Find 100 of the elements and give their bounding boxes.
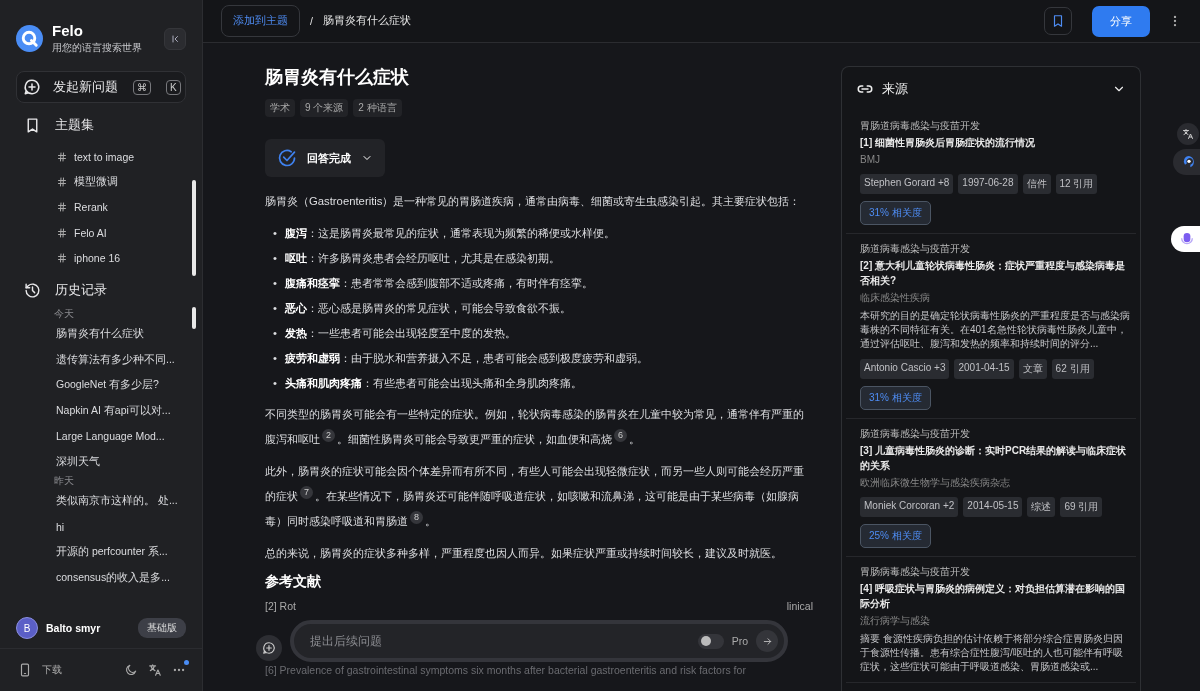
history-item[interactable]: hi: [56, 520, 65, 533]
arrow-right-icon: [761, 635, 773, 647]
bullet-marker: •: [273, 351, 277, 366]
plan-badge: 基础版: [138, 618, 186, 638]
download-link[interactable]: 下载: [42, 663, 114, 677]
history-item[interactable]: consensus的收入是多...: [56, 570, 170, 585]
meta-tag: 学术: [265, 99, 295, 117]
source-abstract: 摘要 食源性疾病负担的估计依赖于将部分综合症胃肠炎归因于食源性传播。患有综合症性腹泻/呕吐的人也可能伴有呼吸症状，这些症状可能由于呼吸道感染、胃肠道感染或...: [860, 632, 1124, 674]
topic-item[interactable]: Felo AI: [56, 219, 107, 246]
source-tag: 2014-05-15: [963, 497, 1023, 517]
breadcrumb-separator: /: [310, 15, 313, 27]
topic-item[interactable]: Rerank: [56, 194, 108, 220]
source-category: 肠道病毒感染与疫苗开发: [860, 427, 971, 440]
source-category: 胃肠道病毒感染与疫苗开发: [860, 119, 981, 132]
follow-up-field[interactable]: 提出后续问题 Pro: [290, 620, 788, 662]
history-group-label: 昨天: [54, 474, 74, 489]
microphone-icon: [1179, 231, 1195, 247]
bookmark-button[interactable]: [1044, 7, 1072, 35]
voice-button[interactable]: [1171, 226, 1200, 252]
citation-link[interactable]: 6: [614, 429, 627, 443]
scrollbar[interactable]: [192, 180, 196, 276]
section-title: 历史记录: [55, 282, 107, 300]
source-tag: 2001-04-15: [954, 359, 1014, 379]
source-title[interactable]: [1] 细菌性胃肠炎后胃肠症状的流行情况: [860, 135, 1130, 150]
hash-icon: [56, 251, 68, 264]
symptom-item: 腹痛和痉挛：患者常常会感到腹部不适或疼痛，有时伴有痉挛。: [284, 276, 593, 291]
new-question-label: 发起新问题: [53, 78, 118, 96]
pro-label: Pro: [731, 635, 748, 647]
collapse-sidebar-button[interactable]: [164, 27, 186, 50]
user-name: Balto smyr: [46, 622, 102, 634]
topic-item[interactable]: iphone 16: [56, 245, 121, 271]
shortcut-key: ⌘: [133, 79, 151, 95]
source-tag: Antonio Cascio +3: [860, 359, 950, 379]
bullet-marker: •: [273, 376, 277, 391]
source-title[interactable]: [2] 意大利儿童轮状病毒性肠炎：症状严重程度与感染病毒是否相关?: [860, 258, 1130, 288]
history-item[interactable]: 深圳天气: [56, 454, 100, 469]
logo-icon: [16, 25, 43, 52]
references-heading: 参考文献: [265, 573, 322, 591]
scrollbar[interactable]: [192, 307, 196, 330]
add-to-topic-button[interactable]: 添加到主题: [221, 5, 300, 37]
sources-title: 来源: [882, 80, 909, 98]
bookmark-icon: [1051, 14, 1065, 28]
translate-button[interactable]: [1177, 123, 1199, 145]
source-tag: 69 引用: [1060, 497, 1103, 517]
source-tag: 1997-06-28: [958, 174, 1018, 194]
relevance-badge: 31% 相关度: [860, 201, 931, 225]
history-item[interactable]: 肠胃炎有什么症状: [56, 327, 144, 342]
history-icon: [24, 282, 41, 300]
source-journal: 欧洲临床微生物学与感染疾病杂志: [860, 476, 1011, 489]
source-title[interactable]: [3] 儿童病毒性肠炎的诊断：实时PCR结果的解读与临床症状的关系: [860, 443, 1130, 473]
topic-item[interactable]: text to image: [56, 144, 135, 170]
source-tag: 62 引用: [1051, 359, 1094, 379]
history-group-label: 今天: [54, 307, 74, 322]
swirl-icon: [1181, 154, 1197, 170]
history-item[interactable]: 遗传算法有多少种不同...: [56, 352, 175, 367]
translate-icon: [148, 663, 162, 677]
history-item[interactable]: Large Language Mod...: [56, 430, 165, 443]
hash-icon: [56, 226, 68, 239]
user-avatar[interactable]: B: [16, 617, 38, 639]
citation-link[interactable]: 8: [410, 511, 423, 525]
topic-item[interactable]: 模型微调: [56, 169, 118, 195]
brand-name: Felo: [52, 22, 84, 39]
share-button[interactable]: 分享: [1092, 5, 1150, 37]
citation-link[interactable]: 2: [322, 429, 335, 443]
brand-tagline: 用您的语言搜索世界: [52, 41, 143, 55]
translate-icon: [1182, 128, 1194, 140]
hash-icon: [56, 150, 68, 163]
plus-chat-icon: [23, 78, 41, 96]
source-tag: Stephen Gorard +8: [860, 174, 954, 194]
symptom-item: 呕吐：许多肠胃炎患者会经历呕吐，尤其是在感染初期。: [284, 251, 560, 266]
source-title[interactable]: [4] 呼吸症状与胃肠炎的病例定义：对负担估算潜在影响的国际分析: [860, 581, 1130, 611]
reference-text: linical: [786, 599, 813, 613]
meta-tag: 2 种语言: [353, 99, 402, 117]
symptom-item: 恶心：恶心感是肠胃炎的常见症状，可能会导致食欲不振。: [284, 301, 571, 316]
new-question-button[interactable]: 发起新问题 ⌘ K: [16, 71, 186, 103]
bullet-marker: •: [273, 251, 277, 266]
citation-link[interactable]: 7: [300, 486, 313, 500]
source-journal: 临床感染性疾病: [860, 291, 931, 304]
paragraph: 此外，肠胃炎的症状可能会因个体差异而有所不同，有些人可能会出现轻微症状，而另一些人则可能会经历严重的症状 $^{7}$ 。在某些情况下，肠胃炎还可能伴随呼吸道症状，如咳嗽和流鼻涕，这可能是由于某些病毒（如腺病毒）同时感染呼吸道和胃肠道 $^{8}$ 。: [265, 464, 805, 529]
bullet-marker: •: [273, 276, 277, 291]
send-button[interactable]: [756, 630, 778, 652]
meta-tag: 9 个来源: [300, 99, 349, 117]
symptom-item: 发热：一些患者可能会出现轻度至中度的发热。: [284, 326, 516, 341]
bullet-marker: •: [273, 301, 277, 316]
pro-toggle[interactable]: [697, 633, 724, 649]
reference-text: [6] Prevalence of gastrointestinal symptoms six months after bacterial gastroenteritis and risk factors for: [265, 663, 746, 677]
history-item[interactable]: GoogleNet 有多少层?: [56, 378, 159, 393]
symptom-item: 头痛和肌肉疼痛：有些患者可能会出现头痛和全身肌肉疼痛。: [284, 376, 582, 391]
phone-icon: [18, 663, 32, 677]
history-item[interactable]: Napkin AI 有api可以对...: [56, 403, 171, 418]
answer-status-button[interactable]: 回答完成: [265, 139, 385, 177]
source-category: 肠道病毒感染与疫苗开发: [860, 242, 971, 255]
source-tag: Moniek Corcoran +2: [860, 497, 959, 517]
new-chat-button[interactable]: [256, 635, 282, 661]
history-item[interactable]: 开源的 perfcounter 系...: [56, 545, 168, 560]
history-item[interactable]: 类似南京市这样的。 处...: [56, 494, 178, 509]
source-category: 胃肠病毒感染与疫苗开发: [860, 565, 971, 578]
source-journal: 流行病学与感染: [860, 614, 931, 627]
follow-up-input[interactable]: 提出后续问题: [308, 634, 690, 648]
source-tag: 信件: [1022, 174, 1051, 194]
